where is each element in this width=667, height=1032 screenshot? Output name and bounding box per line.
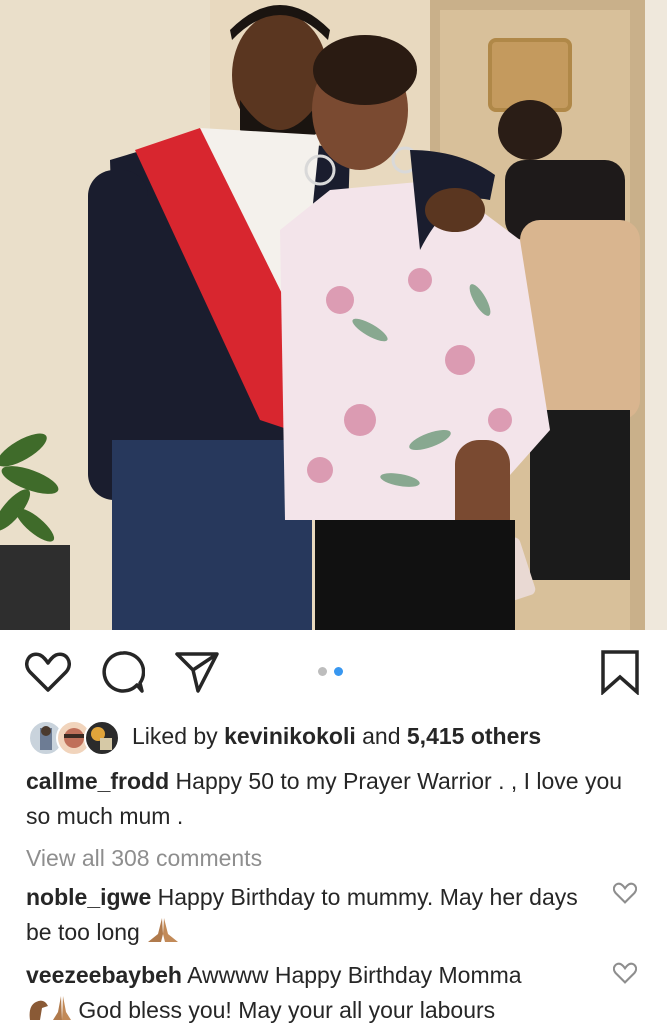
likes-row[interactable]: Liked by kevinikokoli and 5,415 others bbox=[28, 714, 541, 758]
liker-avatars bbox=[28, 718, 120, 756]
comment-like-heart-icon[interactable] bbox=[612, 962, 638, 986]
comment-username[interactable]: veezeebaybeh bbox=[26, 962, 182, 988]
praying-hands-emoji bbox=[52, 994, 72, 1032]
likes-text: Liked by kevinikokoli and 5,415 others bbox=[132, 722, 542, 749]
comment-text-continued: God bless you! May your all your labours bbox=[72, 997, 496, 1023]
paper-plane-icon[interactable] bbox=[173, 648, 221, 696]
comment-username[interactable]: noble_igwe bbox=[26, 884, 151, 910]
caption-username[interactable]: callme_frodd bbox=[26, 768, 169, 794]
comment-icon[interactable] bbox=[99, 648, 147, 696]
flexed-arm-emoji bbox=[26, 994, 52, 1032]
avatar bbox=[84, 720, 120, 756]
bookmark-icon[interactable] bbox=[596, 648, 644, 696]
post-image[interactable] bbox=[0, 0, 667, 630]
post-action-bar bbox=[0, 630, 667, 714]
carousel-dot bbox=[318, 667, 327, 676]
heart-icon[interactable] bbox=[24, 648, 72, 696]
likes-count[interactable]: 5,415 others bbox=[407, 723, 541, 749]
post-photo-illustration bbox=[0, 0, 667, 630]
liker-username[interactable]: kevinikokoli bbox=[224, 723, 356, 749]
comment-like-heart-icon[interactable] bbox=[612, 882, 638, 906]
carousel-dot-active bbox=[334, 667, 343, 676]
carousel-indicator bbox=[318, 667, 343, 676]
post-caption: callme_frodd Happy 50 to my Prayer Warri… bbox=[26, 764, 646, 834]
comment-text: Awwww Happy Birthday Momma bbox=[181, 962, 522, 988]
comment-item: veezeebaybeh Awwww Happy Birthday Momma … bbox=[26, 958, 586, 1032]
praying-hands-emoji bbox=[146, 916, 180, 954]
view-all-comments-link[interactable]: View all 308 comments bbox=[26, 845, 262, 872]
comment-item: noble_igwe Happy Birthday to mummy. May … bbox=[26, 880, 586, 954]
